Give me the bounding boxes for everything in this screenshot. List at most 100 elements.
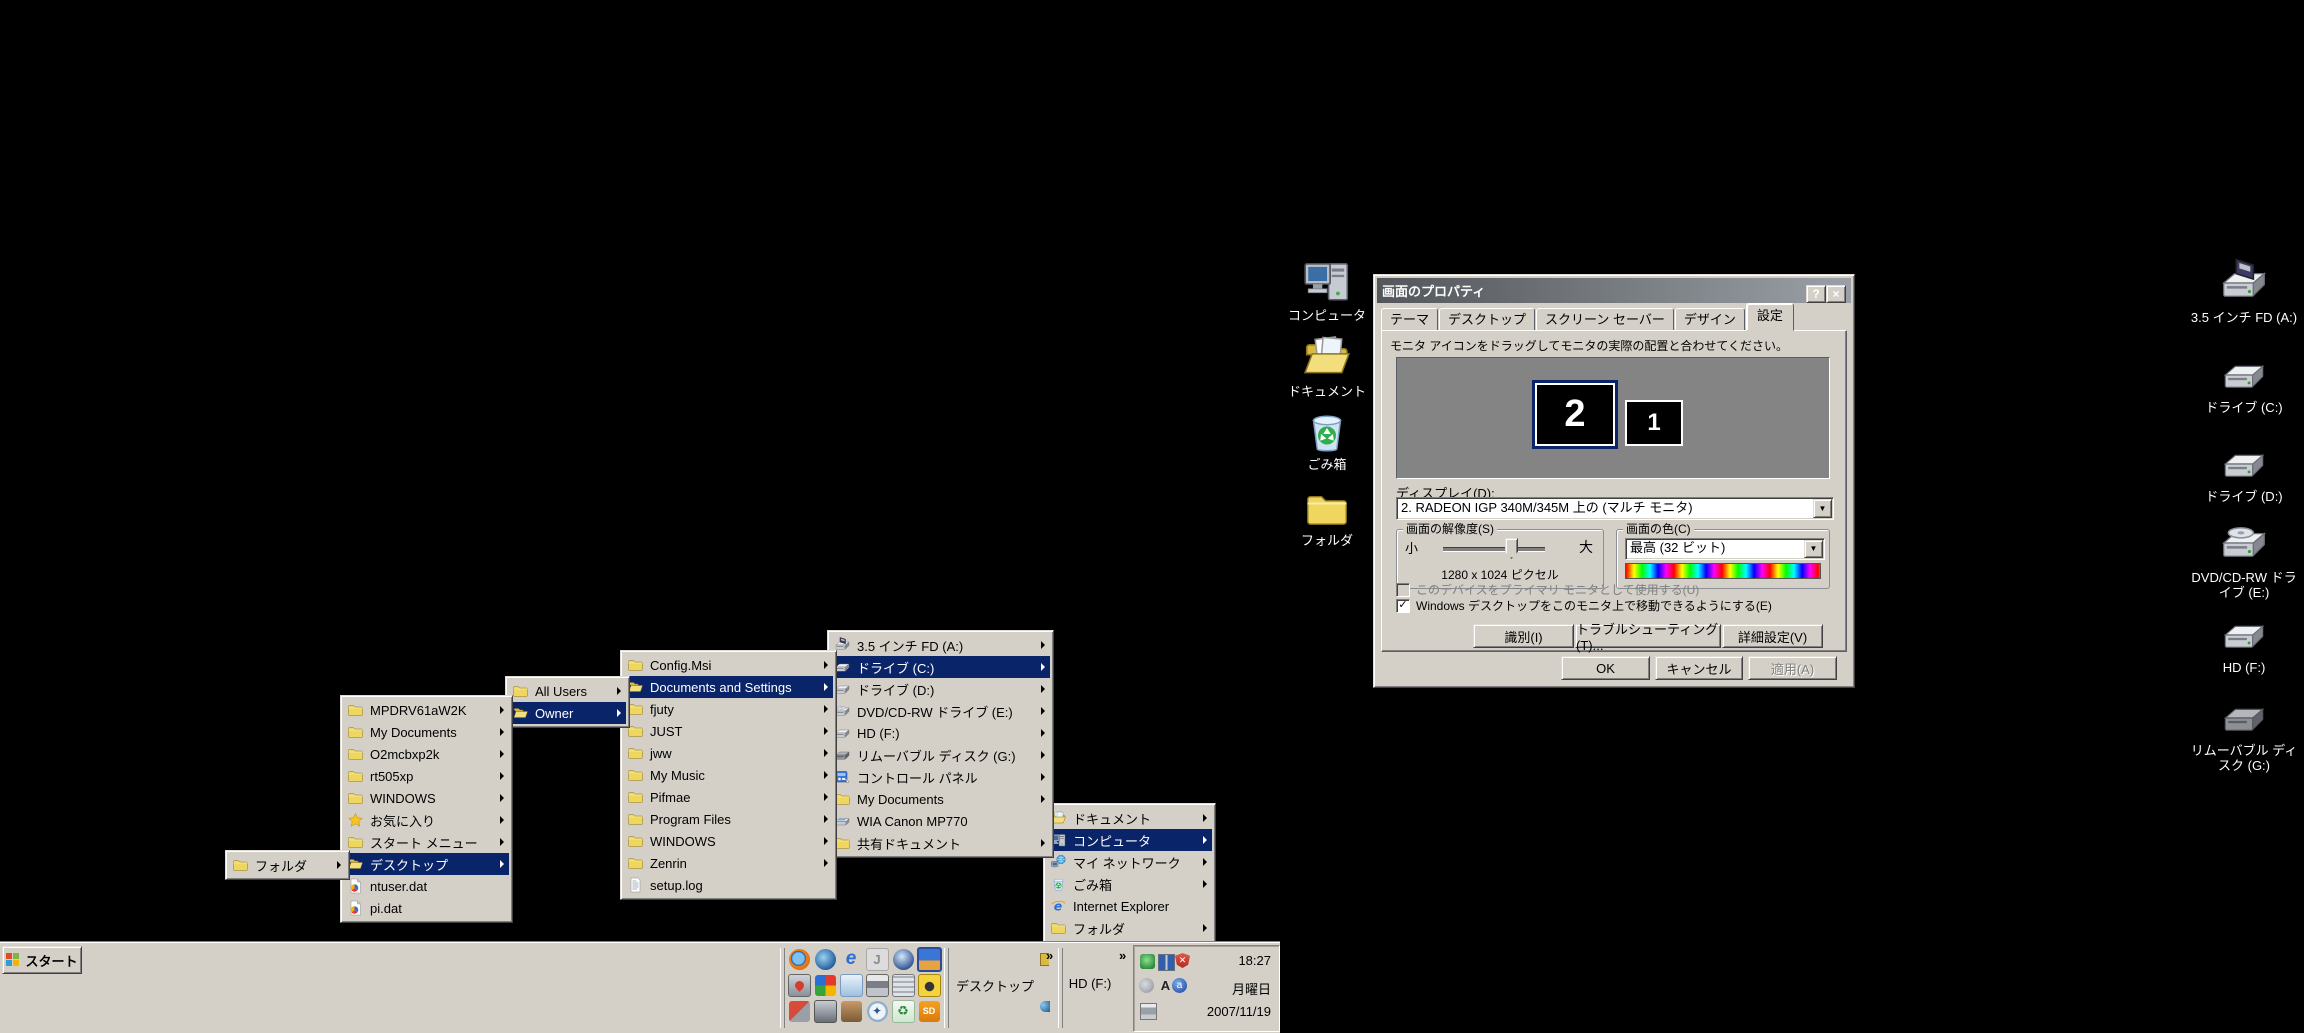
toolbar-grip[interactable] <box>1058 948 1063 1028</box>
menu-item-program-files[interactable]: Program Files <box>624 808 833 830</box>
internet-explorer-icon[interactable]: e <box>841 948 862 970</box>
menu-item-windows[interactable]: WINDOWS <box>344 787 509 809</box>
pc-health-icon[interactable] <box>787 973 811 997</box>
desktop-icon-computer[interactable]: コンピュータ <box>1267 256 1387 323</box>
menu-item-pi-dat[interactable]: pi.dat <box>344 897 509 919</box>
menu-item-start-menu[interactable]: スタート メニュー <box>344 831 509 853</box>
desktop-icon-folder[interactable]: フォルダ <box>1267 487 1387 548</box>
brown-app-icon[interactable] <box>840 1000 862 1022</box>
tab-settings[interactable]: 設定 <box>1745 303 1794 331</box>
resolution-slider-thumb[interactable] <box>1505 538 1518 559</box>
red-media-icon[interactable] <box>788 1000 810 1022</box>
blue-document-icon[interactable] <box>839 973 863 997</box>
menu-item-dvd-e[interactable]: DVD/CD-RW ドライブ (E:) <box>831 700 1050 722</box>
menu-item-pifmae[interactable]: Pifmae <box>624 786 833 808</box>
menu-item-my-documents[interactable]: My Documents <box>344 721 509 743</box>
color-quality-select[interactable]: 最高 (32 ビット) ▼ <box>1625 538 1825 560</box>
tab-screensaver[interactable]: スクリーン セーバー <box>1536 308 1674 331</box>
thunderbird-icon[interactable] <box>814 948 836 970</box>
green-recycle-icon[interactable]: ♻ <box>891 999 915 1023</box>
cancel-button[interactable]: キャンセル <box>1655 656 1743 680</box>
start-button[interactable]: スタート <box>2 946 82 974</box>
monitor-2[interactable]: 2 <box>1532 380 1618 449</box>
desktop-icon-documents[interactable]: ドキュメント <box>1267 332 1387 399</box>
display-select[interactable]: 2. RADEON IGP 340M/345M 上の (マルチ モニタ) ▼ <box>1396 497 1834 520</box>
firefox-icon[interactable] <box>788 948 810 970</box>
desktop-icon-dvd-e[interactable]: DVD/CD-RW ドライブ (E:) <box>2188 518 2300 600</box>
display-settings-icon[interactable] <box>1158 954 1175 971</box>
menu-item-computer[interactable]: コンピュータ <box>1047 829 1212 851</box>
desktop-toolbar-chevron[interactable]: » <box>1046 949 1053 962</box>
desktop-icon-recycle-bin[interactable]: ごみ箱 <box>1267 407 1387 472</box>
monitor-arrangement-panel[interactable]: 2 1 <box>1396 357 1830 479</box>
menu-item-removable-g[interactable]: リムーバブル ディスク (G:) <box>831 744 1050 766</box>
menu-item-my-documents[interactable]: My Documents <box>831 788 1050 810</box>
calculator-icon[interactable] <box>891 973 915 997</box>
google-earth-icon[interactable] <box>892 948 914 970</box>
menu-item-favorites[interactable]: お気に入り <box>344 809 509 831</box>
menu-item-ntuser-dat[interactable]: ntuser.dat <box>344 875 509 897</box>
volume-icon[interactable] <box>1139 978 1154 993</box>
menu-item-folder[interactable]: フォルダ <box>229 854 346 876</box>
scanner-icon[interactable] <box>813 999 837 1023</box>
menu-item-control-panel[interactable]: コントロール パネル <box>831 766 1050 788</box>
ok-button[interactable]: OK <box>1561 656 1650 680</box>
toolbar-grip[interactable] <box>780 948 785 1028</box>
tab-desktop[interactable]: デスクトップ <box>1439 308 1536 331</box>
menu-item-config-msi[interactable]: Config.Msi <box>624 654 833 676</box>
checkbox-checked-icon[interactable]: ✓ <box>1396 598 1410 613</box>
menu-item-wia-canon[interactable]: WIA Canon MP770 <box>831 810 1050 832</box>
menu-item-floppy-a[interactable]: 3.5 インチ FD (A:) <box>831 634 1050 656</box>
desktop-icon-hd-f[interactable]: HD (F:) <box>2188 612 2300 675</box>
hd-toolbar-chevron[interactable]: » <box>1119 949 1126 962</box>
resolution-slider-track[interactable] <box>1443 547 1545 552</box>
menu-item-hd-f[interactable]: HD (F:) <box>831 722 1050 744</box>
yellow-camera-icon[interactable] <box>917 973 941 997</box>
help-button[interactable]: ? <box>1806 285 1826 303</box>
menu-item-my-network[interactable]: マイ ネットワーク <box>1047 851 1212 873</box>
menu-item-owner[interactable]: Owner <box>509 702 626 724</box>
tab-themes[interactable]: テーマ <box>1381 308 1439 331</box>
menu-item-setup-log[interactable]: setup.log <box>624 874 833 896</box>
color-cube-icon[interactable] <box>814 974 836 996</box>
dropdown-arrow-icon[interactable]: ▼ <box>1804 540 1823 558</box>
menu-item-documents-and-settings[interactable]: Documents and Settings <box>624 676 833 698</box>
safely-remove-icon[interactable] <box>1140 954 1155 969</box>
tab-appearance[interactable]: デザイン <box>1674 308 1745 331</box>
menu-item-fjuty[interactable]: fjuty <box>624 698 833 720</box>
checkbox-unchecked-icon[interactable] <box>1396 582 1410 597</box>
menu-item-drive-c[interactable]: ドライブ (C:) <box>831 656 1050 678</box>
hd-f-toolbar[interactable]: HD (F:) <box>1064 976 1116 991</box>
ime-caps-icon[interactable]: A <box>1158 978 1173 993</box>
printer-status-icon[interactable] <box>1140 1003 1157 1020</box>
close-button[interactable]: × <box>1826 285 1846 303</box>
menu-item-recycle-bin[interactable]: ごみ箱 <box>1047 873 1212 895</box>
menu-item-shared-documents[interactable]: 共有ドキュメント <box>831 832 1050 854</box>
sd-app-icon[interactable]: SD <box>918 1000 940 1022</box>
desktop-icon-drive-c[interactable]: ドライブ (C:) <box>2188 352 2300 415</box>
menu-item-desktop[interactable]: デスクトップ <box>344 853 509 875</box>
desktop-toolbar[interactable]: デスクトップ <box>952 976 1038 995</box>
compass-icon[interactable]: ✦ <box>866 1000 888 1022</box>
menu-item-drive-d[interactable]: ドライブ (D:) <box>831 678 1050 700</box>
menu-item-internet-explorer[interactable]: Internet Explorer <box>1047 895 1212 917</box>
menu-item-my-music[interactable]: My Music <box>624 764 833 786</box>
desktop-icon-floppy-a[interactable]: 3.5 インチ FD (A:) <box>2188 258 2300 325</box>
menu-item-just[interactable]: JUST <box>624 720 833 742</box>
image-viewer-icon[interactable] <box>916 946 942 972</box>
menu-item-all-users[interactable]: All Users <box>509 680 626 702</box>
menu-item-zenrin[interactable]: Zenrin <box>624 852 833 874</box>
menu-item-o2mcbxp2k[interactable]: O2mcbxp2k <box>344 743 509 765</box>
menu-item-folder[interactable]: フォルダ <box>1047 917 1212 939</box>
troubleshoot-button[interactable]: トラブルシューティング(T)... <box>1575 622 1721 653</box>
identify-button[interactable]: 識別(I) <box>1473 624 1574 648</box>
dropdown-arrow-icon[interactable]: ▼ <box>1813 499 1832 518</box>
menu-item-documents[interactable]: ドキュメント <box>1047 807 1212 829</box>
j-app-icon[interactable]: J <box>865 947 889 971</box>
monitor-1[interactable]: 1 <box>1625 400 1683 446</box>
apply-button[interactable]: 適用(A) <box>1748 656 1837 680</box>
menu-item-mpdrv61aw2k[interactable]: MPDRV61aW2K <box>344 699 509 721</box>
menu-item-jww[interactable]: jww <box>624 742 833 764</box>
printer-icon[interactable] <box>865 973 889 997</box>
desktop-icon-removable-g[interactable]: リムーバブル ディスク (G:) <box>2188 695 2300 773</box>
